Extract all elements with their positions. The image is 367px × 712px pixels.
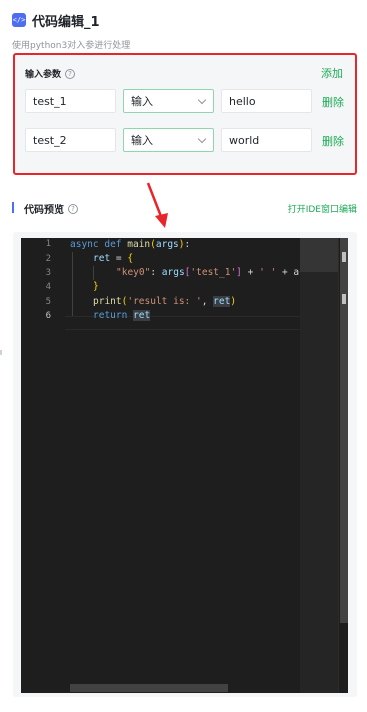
open-ide-link[interactable]: 打开IDE窗口编辑 (288, 202, 357, 215)
code-line: print('result is: ', ret) (93, 296, 237, 307)
section-accent-bar (12, 202, 14, 213)
line-number: 3 (45, 268, 51, 278)
code-editor-container: 1 2 3 4 5 6 async def main(args): ret = … (13, 232, 357, 697)
chevron-down-icon (197, 134, 207, 144)
code-preview-label: 代码预览 (24, 205, 64, 216)
page-title: 代码编辑_1 (32, 14, 100, 30)
help-icon[interactable]: ? (65, 68, 76, 79)
horizontal-scrollbar-thumb[interactable] (70, 684, 228, 692)
indent-guide (72, 252, 73, 316)
line-number: 5 (45, 297, 51, 307)
line-number: 1 (45, 239, 51, 249)
input-params-label: 输入参数 (25, 70, 62, 80)
scrollbar-marker (342, 252, 346, 262)
vertical-scrollbar[interactable] (338, 238, 348, 693)
line-number: 2 (45, 254, 51, 264)
code-line: return ret (93, 310, 151, 321)
input-params-panel: 输入参数 ? 添加 test_1 输入 hello 删除 test_2 输入 w… (13, 53, 357, 175)
param-value-input[interactable]: hello (221, 89, 312, 113)
param-type-select[interactable]: 输入 (123, 89, 214, 113)
page-subtitle: 使用python3对入参进行处理 (12, 41, 131, 51)
param-type-value: 输入 (131, 95, 153, 108)
param-row: test_2 输入 world 删除 (25, 128, 349, 152)
help-icon[interactable]: ? (68, 203, 78, 214)
edge-marker (0, 350, 2, 355)
code-line: } (93, 281, 99, 292)
code-line: "key0": args['test_1'] + ' ' + a (116, 267, 300, 278)
code-icon: </> (12, 13, 26, 27)
page-header: </> 代码编辑_1 (12, 10, 100, 30)
code-preview-header: 代码预览 ? 打开IDE窗口编辑 (12, 200, 357, 216)
code-preview-heading: 代码预览 ? (24, 201, 78, 216)
param-type-select[interactable]: 输入 (123, 128, 214, 152)
code-line: async def main(args): (70, 239, 191, 250)
line-number-gutter: 1 2 3 4 5 6 (21, 238, 65, 693)
line-number: 6 (45, 311, 51, 321)
param-type-value: 输入 (131, 134, 153, 147)
code-minimap[interactable] (300, 238, 338, 693)
param-name-input[interactable]: test_2 (25, 128, 116, 152)
param-row: test_1 输入 hello 删除 (25, 89, 349, 113)
indent-guide (93, 266, 94, 280)
code-editor[interactable]: 1 2 3 4 5 6 async def main(args): ret = … (21, 238, 348, 693)
code-text-area[interactable]: async def main(args): ret = { "key0": ar… (70, 238, 300, 693)
minimap-slider[interactable] (300, 238, 338, 272)
chevron-down-icon (197, 95, 207, 105)
delete-param-button[interactable]: 删除 (322, 94, 344, 110)
scrollbar-marker (342, 294, 346, 304)
code-line: ret = { (93, 253, 134, 264)
delete-param-button[interactable]: 删除 (322, 133, 344, 149)
line-number: 4 (45, 282, 51, 292)
param-name-input[interactable]: test_1 (25, 89, 116, 113)
input-params-heading: 输入参数 ? (25, 67, 76, 80)
param-value-input[interactable]: world (221, 128, 312, 152)
add-param-button[interactable]: 添加 (321, 65, 343, 81)
